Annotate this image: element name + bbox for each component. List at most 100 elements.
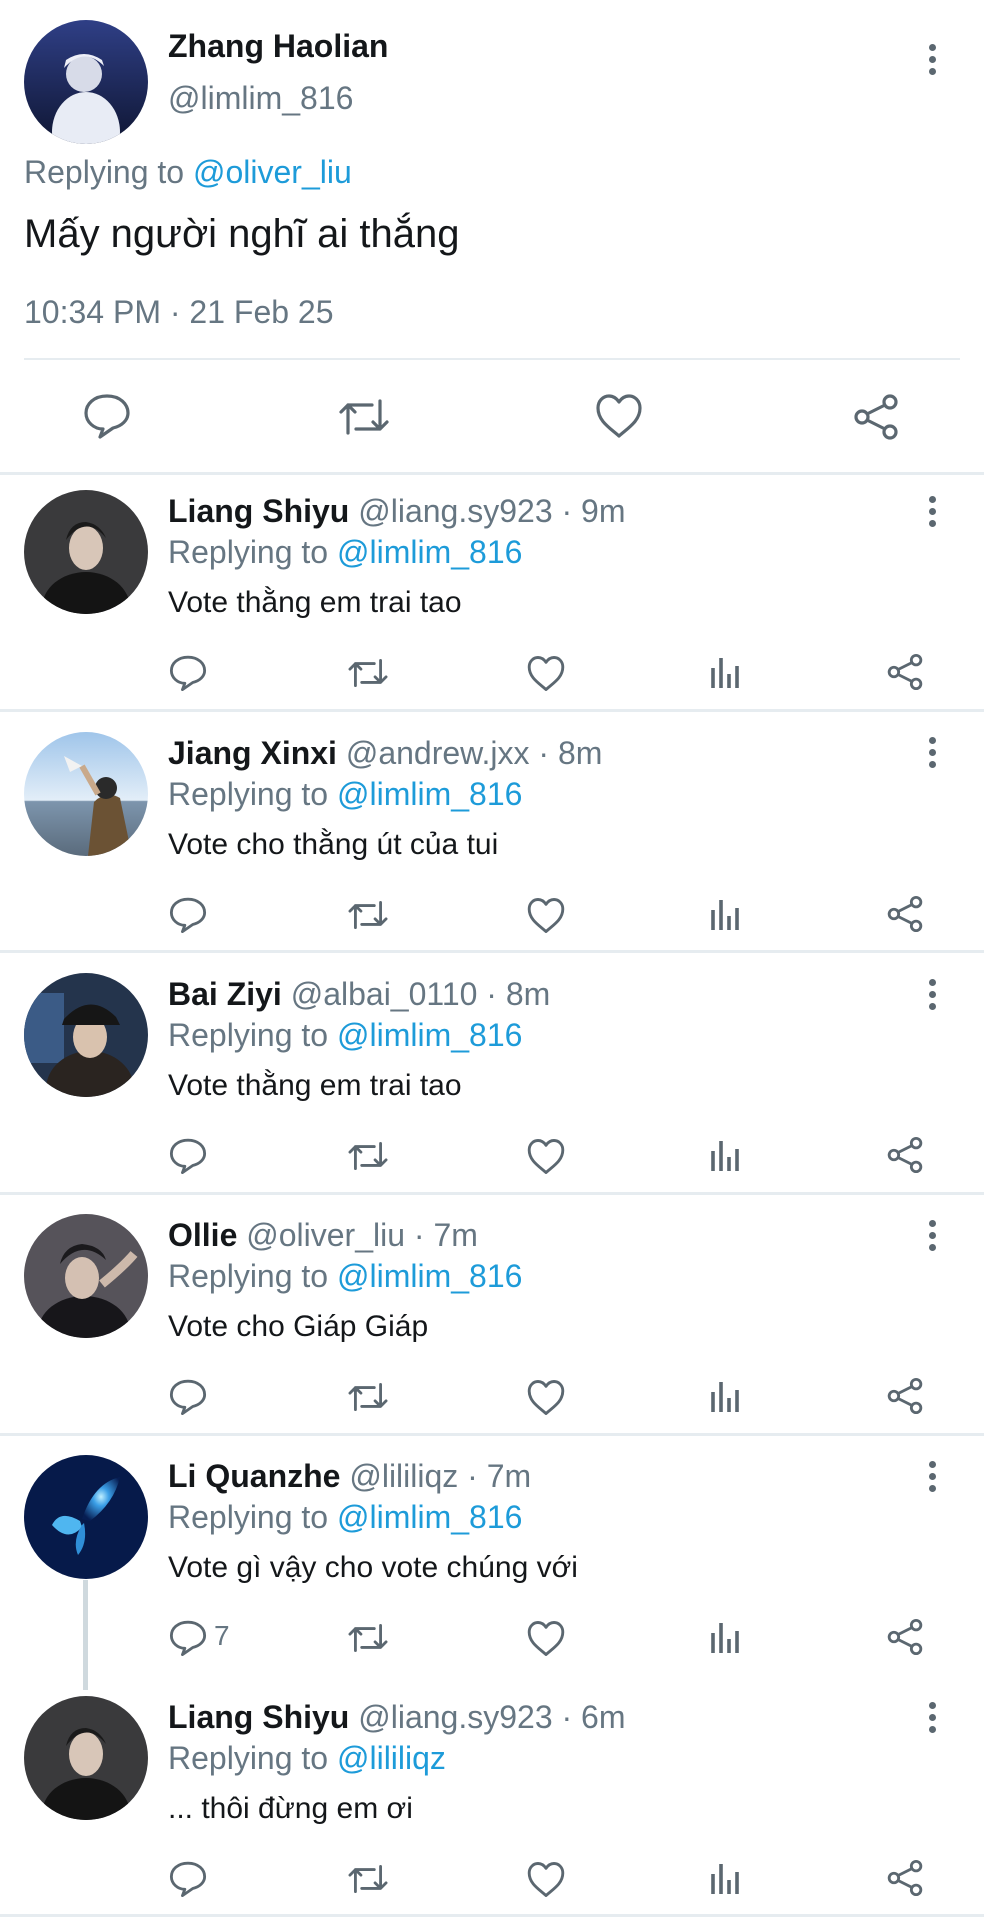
tweet-text: Mấy người nghĩ ai thắng	[24, 212, 460, 256]
replying-to-line: Replying to @limlim_816	[168, 1258, 522, 1295]
reply-author-name[interactable]: Jiang Xinxi	[168, 735, 337, 771]
replying-to-line: Replying to @oliver_liu	[24, 154, 352, 191]
heart-icon[interactable]	[526, 1379, 566, 1416]
avatar[interactable]	[24, 1214, 148, 1338]
reply-text: Vote gì vậy cho vote chúng với	[168, 1551, 578, 1584]
more-vertical-icon[interactable]	[926, 489, 938, 533]
replying-to-line: Replying to @lililiqz	[168, 1740, 446, 1777]
section-divider	[0, 1192, 984, 1195]
reply-header: Liang Shiyu @liang.sy923 · 9m	[168, 493, 626, 530]
retweet-icon[interactable]	[346, 896, 390, 934]
more-vertical-icon[interactable]	[926, 37, 938, 81]
reply-text: Vote cho Giáp Giáp	[168, 1310, 429, 1343]
avatar[interactable]	[24, 732, 148, 856]
analytics-bars-icon[interactable]	[710, 1378, 742, 1414]
replying-prefix: Replying to	[168, 1499, 329, 1535]
avatar[interactable]	[24, 490, 148, 614]
share-icon[interactable]	[886, 895, 924, 933]
reply-header: Li Quanzhe @lililiqz · 7m	[168, 1458, 531, 1495]
share-icon[interactable]	[886, 1618, 924, 1656]
share-icon[interactable]	[886, 1136, 924, 1174]
reply-handle-time[interactable]: @andrew.jxx · 8m	[346, 735, 603, 771]
reply-text: Vote thằng em trai tao	[168, 1069, 462, 1102]
reply-text: ... thôi đừng em ơi	[168, 1792, 413, 1825]
tweet-timestamp: 10:34 PM · 21 Feb 25	[24, 294, 334, 330]
more-vertical-icon[interactable]	[926, 1695, 938, 1739]
replying-to-line: Replying to @limlim_816	[168, 534, 522, 571]
section-divider	[0, 1433, 984, 1436]
analytics-bars-icon[interactable]	[710, 1860, 742, 1896]
heart-icon[interactable]	[526, 1620, 566, 1657]
reply-bubble-icon[interactable]	[168, 1619, 208, 1657]
reply-bubble-icon[interactable]	[168, 654, 208, 692]
avatar[interactable]	[24, 20, 148, 144]
replying-to-link[interactable]: @limlim_816	[337, 534, 522, 570]
reply-author-name[interactable]: Bai Ziyi	[168, 976, 282, 1012]
reply-bubble-icon[interactable]	[168, 896, 208, 934]
replying-to-link[interactable]: @oliver_liu	[193, 154, 352, 190]
reply-bubble-icon[interactable]	[168, 1137, 208, 1175]
retweet-icon[interactable]	[336, 393, 392, 441]
reply-handle-time[interactable]: @liang.sy923 · 9m	[358, 493, 625, 529]
heart-icon[interactable]	[526, 655, 566, 692]
reply-author-name[interactable]: Ollie	[168, 1217, 237, 1253]
author-name[interactable]: Zhang Haolian	[168, 28, 388, 65]
section-divider	[0, 1914, 984, 1917]
section-divider	[0, 950, 984, 953]
reply-handle-time[interactable]: @liang.sy923 · 6m	[358, 1699, 625, 1735]
replying-to-link[interactable]: @limlim_816	[337, 1258, 522, 1294]
reply-header: Ollie @oliver_liu · 7m	[168, 1217, 478, 1254]
author-handle[interactable]: @limlim_816	[168, 80, 353, 117]
avatar[interactable]	[24, 1696, 148, 1820]
more-vertical-icon[interactable]	[926, 1454, 938, 1498]
avatar[interactable]	[24, 1455, 148, 1579]
heart-icon[interactable]	[526, 1861, 566, 1898]
thread-line	[83, 1580, 88, 1690]
replying-to-link[interactable]: @lililiqz	[337, 1740, 446, 1776]
replying-to-link[interactable]: @limlim_816	[337, 1499, 522, 1535]
reply-bubble-icon[interactable]	[168, 1860, 208, 1898]
share-icon[interactable]	[886, 1859, 924, 1897]
replying-prefix: Replying to	[168, 1740, 329, 1776]
reply-count: 7	[214, 1620, 230, 1651]
more-vertical-icon[interactable]	[926, 1213, 938, 1257]
analytics-bars-icon[interactable]	[710, 1137, 742, 1173]
more-vertical-icon[interactable]	[926, 972, 938, 1016]
retweet-icon[interactable]	[346, 1137, 390, 1175]
reply-handle-time[interactable]: @lililiqz · 7m	[349, 1458, 531, 1494]
replying-prefix: Replying to	[24, 154, 185, 190]
share-icon[interactable]	[886, 653, 924, 691]
retweet-icon[interactable]	[346, 1619, 390, 1657]
reply-author-name[interactable]: Li Quanzhe	[168, 1458, 340, 1494]
replying-to-line: Replying to @limlim_816	[168, 1499, 522, 1536]
share-icon[interactable]	[852, 393, 900, 441]
replying-prefix: Replying to	[168, 1258, 329, 1294]
reply-text: Vote thằng em trai tao	[168, 586, 462, 619]
reply-handle-time[interactable]: @albai_0110 · 8m	[291, 976, 551, 1012]
replying-prefix: Replying to	[168, 534, 329, 570]
heart-icon[interactable]	[594, 393, 644, 439]
reply-author-name[interactable]: Liang Shiyu	[168, 493, 349, 529]
analytics-bars-icon[interactable]	[710, 654, 742, 690]
section-divider	[0, 472, 984, 475]
replying-to-link[interactable]: @limlim_816	[337, 776, 522, 812]
retweet-icon[interactable]	[346, 654, 390, 692]
retweet-icon[interactable]	[346, 1860, 390, 1898]
reply-header: Liang Shiyu @liang.sy923 · 6m	[168, 1699, 626, 1736]
reply-bubble-icon[interactable]	[168, 1378, 208, 1416]
section-divider	[0, 709, 984, 712]
reply-author-name[interactable]: Liang Shiyu	[168, 1699, 349, 1735]
avatar[interactable]	[24, 973, 148, 1097]
analytics-bars-icon[interactable]	[710, 896, 742, 932]
retweet-icon[interactable]	[346, 1378, 390, 1416]
reply-bubble-icon[interactable]	[82, 392, 132, 440]
heart-icon[interactable]	[526, 1138, 566, 1175]
reply-handle-time[interactable]: @oliver_liu · 7m	[246, 1217, 478, 1253]
divider	[24, 358, 960, 360]
share-icon[interactable]	[886, 1377, 924, 1415]
more-vertical-icon[interactable]	[926, 730, 938, 774]
replying-prefix: Replying to	[168, 1017, 329, 1053]
heart-icon[interactable]	[526, 897, 566, 934]
analytics-bars-icon[interactable]	[710, 1619, 742, 1655]
replying-to-link[interactable]: @limlim_816	[337, 1017, 522, 1053]
